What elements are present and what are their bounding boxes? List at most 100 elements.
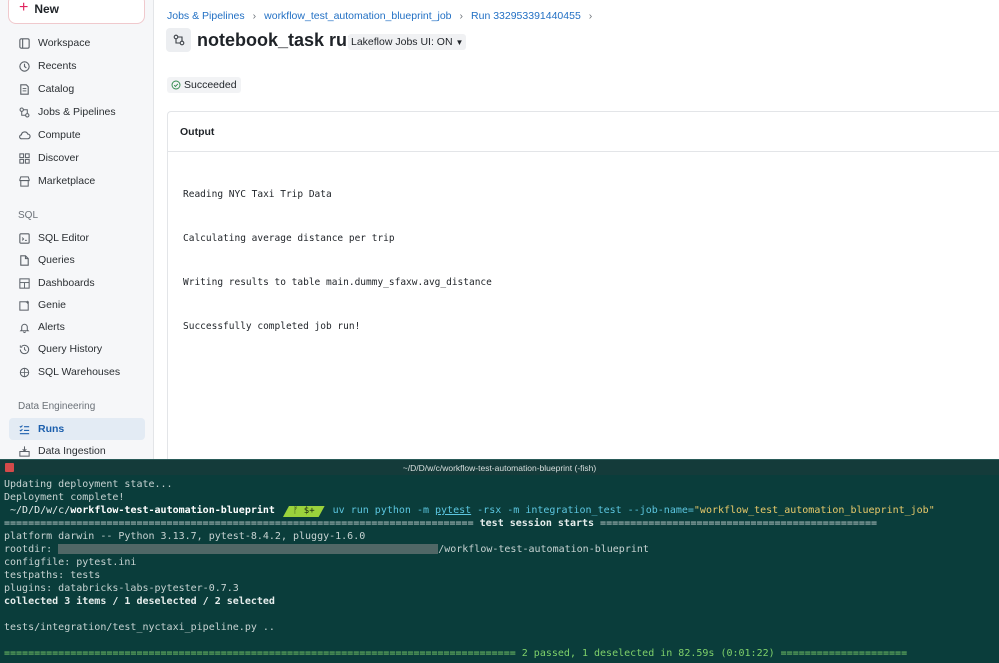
- editor-icon: [19, 232, 30, 244]
- chevron-right-icon: ›: [252, 10, 257, 22]
- output-panel: Output Reading NYC Taxi Trip Data Calcul…: [167, 111, 999, 471]
- rootdir-line: rootdir: /workflow-test-automation-bluep…: [4, 543, 995, 556]
- terminal-line: platform darwin -- Python 3.13.7, pytest…: [4, 531, 366, 542]
- history-icon: [19, 344, 30, 354]
- command-flags: -rsx -m integration_test --job-name=: [471, 505, 694, 516]
- sidebar-item-compute[interactable]: Compute: [9, 124, 145, 146]
- store-icon: [19, 175, 30, 187]
- sidebar-item-queries[interactable]: Queries: [9, 249, 145, 271]
- output-line: Writing results to table main.dummy_sfax…: [183, 276, 492, 288]
- prompt-directory: workflow-test-automation-blueprint: [70, 505, 275, 516]
- sidebar-item-marketplace[interactable]: Marketplace: [9, 170, 145, 192]
- lakeflow-ui-toggle-label: Lakeflow Jobs UI: ON: [351, 36, 453, 48]
- sidebar-item-label: Query History: [38, 343, 103, 355]
- sidebar-item-label: Alerts: [38, 321, 65, 333]
- sidebar-item-query-history[interactable]: Query History: [9, 338, 145, 360]
- task-icon: [166, 28, 191, 52]
- redacted-path: [58, 544, 439, 554]
- terminal-line: plugins: databricks-labs-pytester-0.7.3: [4, 583, 239, 594]
- sidebar-item-sql-editor[interactable]: SQL Editor: [9, 227, 145, 249]
- terminal-titlebar: ~/D/D/w/c/workflow-test-automation-bluep…: [0, 460, 999, 475]
- clock-icon: [19, 60, 30, 72]
- command-prefix: uv run python -m: [332, 505, 436, 516]
- sidebar-item-jobs[interactable]: Jobs & Pipelines: [9, 101, 145, 123]
- ingestion-icon: [19, 445, 30, 457]
- warehouse-icon: [19, 367, 30, 377]
- output-log: Reading NYC Taxi Trip Data Calculating a…: [168, 152, 999, 370]
- sidebar-item-label: SQL Warehouses: [38, 366, 121, 378]
- output-line: Calculating average distance per trip: [183, 232, 395, 244]
- sidebar-section-data-engineering: Data Engineering: [18, 401, 96, 412]
- jobs-icon: [19, 107, 30, 117]
- sidebar-item-label: Recents: [38, 60, 77, 72]
- sidebar-item-label: Workspace: [38, 37, 91, 49]
- sidebar-item-label: Genie: [38, 299, 67, 311]
- sidebar-item-label: Catalog: [38, 83, 75, 95]
- summary-separator: ========================================…: [4, 647, 995, 660]
- prompt-path: ~/D/D/w/c/: [4, 505, 71, 516]
- output-title: Output: [168, 112, 999, 152]
- session-start-title: test session starts: [473, 518, 601, 529]
- rootdir-prefix: rootdir:: [4, 544, 59, 555]
- terminal-window[interactable]: ~/D/D/w/c/workflow-test-automation-bluep…: [0, 459, 999, 663]
- catalog-icon: [20, 83, 29, 95]
- sidebar-item-catalog[interactable]: Catalog: [9, 78, 145, 100]
- new-button-label: New: [34, 2, 60, 16]
- sidebar-section-sql: SQL: [18, 210, 39, 221]
- breadcrumb-job-link[interactable]: workflow_test_automation_blueprint_job: [264, 10, 451, 22]
- sidebar-item-sql-warehouses[interactable]: SQL Warehouses: [9, 361, 145, 383]
- genie-icon: [19, 299, 30, 311]
- terminal-title: ~/D/D/w/c/workflow-test-automation-bluep…: [402, 462, 597, 473]
- chevron-down-icon: ▼: [455, 37, 464, 47]
- dashboard-icon: [19, 277, 30, 289]
- document-icon: [20, 254, 29, 266]
- terminal-line: configfile: pytest.ini: [4, 557, 137, 568]
- sidebar-item-runs[interactable]: Runs: [9, 418, 145, 440]
- separator-rule: ========================================…: [600, 518, 877, 529]
- terminal-line: Updating deployment state...: [4, 479, 173, 490]
- status-text: Succeeded: [184, 79, 237, 91]
- sidebar-item-dashboards[interactable]: Dashboards: [9, 272, 145, 294]
- main-content: Jobs & Pipelines › workflow_test_automat…: [155, 0, 999, 471]
- sidebar-item-alerts[interactable]: Alerts: [9, 316, 145, 338]
- session-start-separator: ========================================…: [4, 517, 995, 530]
- plus-icon: +: [19, 0, 29, 16]
- sidebar-item-label: Dashboards: [38, 277, 95, 289]
- git-status-segment: ᚠ $+: [283, 506, 325, 517]
- command-pytest: pytest: [435, 505, 472, 516]
- separator-rule: ========================================…: [4, 648, 522, 659]
- terminal-line: Deployment complete!: [4, 492, 125, 503]
- sidebar-item-recents[interactable]: Recents: [9, 55, 145, 77]
- sidebar-item-label: Jobs & Pipelines: [38, 106, 116, 118]
- sidebar-item-label: Runs: [38, 423, 65, 435]
- sidebar-item-label: Queries: [38, 254, 75, 266]
- sidebar-item-label: Compute: [38, 129, 81, 141]
- runs-icon: [19, 424, 30, 434]
- rootdir-suffix: /workflow-test-automation-blueprint: [438, 544, 649, 555]
- output-line: Reading NYC Taxi Trip Data: [183, 189, 332, 201]
- chevron-right-icon: ›: [588, 10, 593, 22]
- breadcrumb-run-link[interactable]: Run 332953391440455: [471, 10, 581, 22]
- lakeflow-ui-toggle[interactable]: Lakeflow Jobs UI: ON ▼: [348, 34, 467, 50]
- chevron-right-icon: ›: [459, 10, 464, 22]
- sidebar-item-label: Marketplace: [38, 175, 96, 187]
- command-job-name: "workflow_test_automation_blueprint_job": [693, 505, 935, 516]
- terminal-line: collected 3 items / 1 deselected / 2 sel…: [4, 596, 275, 607]
- breadcrumb-jobs-link[interactable]: Jobs & Pipelines: [167, 10, 245, 22]
- terminal-output: Updating deployment state... Deployment …: [0, 475, 999, 660]
- terminal-line: tests/integration/test_nyctaxi_pipeline.…: [4, 622, 275, 633]
- sidebar-item-genie[interactable]: Genie: [9, 294, 145, 316]
- sidebar-item-discover[interactable]: Discover: [9, 147, 145, 169]
- page-title: notebook_task run: [197, 30, 359, 50]
- sidebar-item-label: SQL Editor: [38, 232, 89, 244]
- close-icon[interactable]: [5, 463, 14, 472]
- terminal-line: testpaths: tests: [4, 570, 101, 581]
- sidebar-item-workspace[interactable]: Workspace: [9, 32, 145, 54]
- new-button[interactable]: + New: [8, 0, 145, 24]
- separator-rule: =====================: [780, 648, 908, 659]
- sidebar-item-label: Discover: [38, 152, 79, 164]
- sidebar: + New Workspace Recents Catalog Jobs & P…: [0, 0, 154, 460]
- terminal-prompt-line: ~/D/D/w/c/workflow-test-automation-bluep…: [4, 504, 995, 517]
